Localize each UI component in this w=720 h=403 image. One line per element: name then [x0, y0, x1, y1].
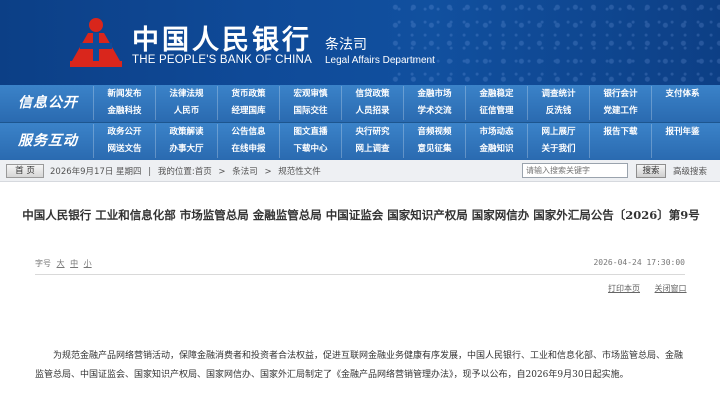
nav-item[interactable]: 报刊年鉴: [651, 124, 713, 141]
nav-item[interactable]: 意见征集: [403, 141, 465, 158]
breadcrumb-bar: 首 页 2026年9月17日 星期四 | 我的位置:首页 > 条法司 > 规范性…: [0, 160, 720, 182]
nav-section-label: 服务互动: [18, 133, 78, 149]
nav-item[interactable]: 宏观审慎: [279, 86, 341, 103]
nav-item[interactable]: 关于我们: [527, 141, 589, 158]
nav-item[interactable]: 支付体系: [651, 86, 713, 103]
nav-item[interactable]: 网送文告: [93, 141, 155, 158]
nav-item[interactable]: 银行会计: [589, 86, 651, 103]
font-size-label: 字号: [35, 259, 51, 268]
nav-item[interactable]: 金融知识: [465, 141, 527, 158]
department-title-cn: 条法司: [325, 37, 367, 53]
nav-item[interactable]: 学术交流: [403, 103, 465, 120]
breadcrumb-separator: |: [148, 167, 152, 177]
nav-item-empty: [651, 103, 713, 120]
article-actions: 打印本页 关闭窗口: [596, 283, 687, 294]
site-title-en: THE PEOPLE'S BANK OF CHINA: [132, 54, 312, 66]
search-button[interactable]: 搜索: [636, 164, 666, 178]
nav-item[interactable]: 征信管理: [465, 103, 527, 120]
nav-item[interactable]: 办事大厅: [155, 141, 217, 158]
pboc-logo-icon[interactable]: [68, 16, 124, 68]
nav-item[interactable]: 网上展厅: [527, 124, 589, 141]
nav-section-label: 信息公开: [18, 95, 78, 111]
department-title-en: Legal Affairs Department: [325, 55, 435, 66]
nav-item[interactable]: 信贷政策: [341, 86, 403, 103]
nav-item[interactable]: 人员招录: [341, 103, 403, 120]
breadcrumb: 2026年9月17日 星期四 | 我的位置:首页 > 条法司 > 规范性文件: [50, 165, 325, 177]
nav-item[interactable]: 法律法规: [155, 86, 217, 103]
nav-item-empty: [589, 141, 651, 158]
breadcrumb-home-link[interactable]: 我的位置:首页: [158, 167, 212, 177]
breadcrumb-level2-link[interactable]: 规范性文件: [278, 167, 321, 177]
nav-item[interactable]: 政策解读: [155, 124, 217, 141]
nav-item[interactable]: 新闻发布: [93, 86, 155, 103]
nav-item[interactable]: 货币政策: [217, 86, 279, 103]
nav-item[interactable]: 音频视频: [403, 124, 465, 141]
nav-item[interactable]: 金融稳定: [465, 86, 527, 103]
breadcrumb-arrow: >: [218, 167, 226, 177]
nav-item[interactable]: 人民币: [155, 103, 217, 120]
nav-item[interactable]: 市场动态: [465, 124, 527, 141]
nav-grid: 政务公开 政策解读 公告信息 图文直播 央行研究 音频视频 市场动态 网上展厅 …: [93, 124, 713, 158]
current-date: 2026年9月17日 星期四: [50, 167, 142, 177]
nav-row-info-disclosure: 信息公开 新闻发布 法律法规 货币政策 宏观审慎 信贷政策 金融市场 金融稳定 …: [0, 85, 720, 122]
main-nav: 信息公开 新闻发布 法律法规 货币政策 宏观审慎 信贷政策 金融市场 金融稳定 …: [0, 85, 720, 160]
nav-item-empty: [651, 141, 713, 158]
nav-item[interactable]: 下载中心: [279, 141, 341, 158]
nav-item[interactable]: 央行研究: [341, 124, 403, 141]
nav-item[interactable]: 报告下载: [589, 124, 651, 141]
search-input[interactable]: [522, 163, 628, 178]
nav-item[interactable]: 网上调查: [341, 141, 403, 158]
breadcrumb-level1-link[interactable]: 条法司: [232, 167, 258, 177]
article-title: 中国人民银行 工业和信息化部 市场监管总局 金融监管总局 中国证监会 国家知识产…: [22, 208, 700, 222]
nav-item[interactable]: 国际交往: [279, 103, 341, 120]
nav-grid: 新闻发布 法律法规 货币政策 宏观审慎 信贷政策 金融市场 金融稳定 调查统计 …: [93, 86, 713, 120]
site-header: 中国人民银行 THE PEOPLE'S BANK OF CHINA 条法司 Le…: [0, 0, 720, 85]
article-meta: 字号 大 中 小 2026-04-24 17:30:00: [35, 258, 685, 270]
nav-item[interactable]: 在线申报: [217, 141, 279, 158]
home-button[interactable]: 首 页: [6, 164, 44, 178]
nav-item[interactable]: 金融市场: [403, 86, 465, 103]
font-size-control: 字号 大 中 小: [35, 258, 92, 269]
close-window-link[interactable]: 关闭窗口: [655, 284, 687, 293]
site-title-cn[interactable]: 中国人民银行: [132, 18, 312, 57]
nav-item[interactable]: 图文直播: [279, 124, 341, 141]
nav-row-service-interaction: 服务互动 政务公开 政策解读 公告信息 图文直播 央行研究 音频视频 市场动态 …: [0, 123, 720, 160]
nav-item[interactable]: 公告信息: [217, 124, 279, 141]
meta-divider: [35, 274, 685, 275]
nav-item[interactable]: 反洗钱: [527, 103, 589, 120]
nav-item[interactable]: 政务公开: [93, 124, 155, 141]
article-content: 中国人民银行 工业和信息化部 市场监管总局 金融监管总局 中国证监会 国家知识产…: [0, 182, 720, 403]
font-size-small-link[interactable]: 小: [84, 259, 92, 268]
header-pattern: [390, 0, 720, 85]
nav-item[interactable]: 调查统计: [527, 86, 589, 103]
article-body: 为规范金融产品网络营销活动，保障金融消费者和投资者合法权益，促进互联网金融业务健…: [35, 351, 684, 380]
font-size-large-link[interactable]: 大: [57, 259, 65, 268]
breadcrumb-arrow: >: [264, 167, 272, 177]
print-page-link[interactable]: 打印本页: [608, 284, 640, 293]
publish-datetime: 2026-04-24 17:30:00: [593, 258, 685, 267]
nav-item[interactable]: 金融科技: [93, 103, 155, 120]
font-size-medium-link[interactable]: 中: [70, 259, 78, 268]
nav-item[interactable]: 经理国库: [217, 103, 279, 120]
advanced-search-link[interactable]: 高级搜索: [673, 165, 707, 177]
nav-item[interactable]: 党建工作: [589, 103, 651, 120]
